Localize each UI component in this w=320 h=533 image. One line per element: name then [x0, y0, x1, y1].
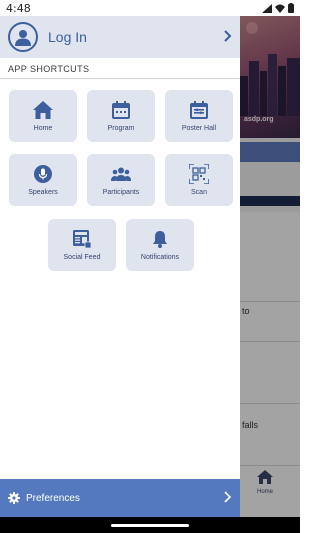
shortcut-label: Social Feed [63, 254, 101, 261]
people-icon [111, 164, 131, 184]
home-gesture-handle[interactable] [111, 524, 189, 527]
calendar-icon [112, 100, 130, 120]
shortcut-label: Home [33, 125, 53, 132]
user-circle-icon [8, 22, 38, 52]
shortcut-poster-hall[interactable]: Poster Hall [165, 90, 233, 142]
status-time: 4:48 [6, 1, 31, 15]
poster-calendar-icon [190, 100, 208, 120]
shortcut-label: Program [107, 125, 135, 132]
shortcut-label: Notifications [140, 254, 180, 261]
shortcut-home[interactable]: Home [9, 90, 77, 142]
qr-scan-icon [189, 164, 209, 184]
shortcuts-title: APP SHORTCUTS [8, 64, 90, 74]
bell-icon [152, 229, 168, 249]
shortcut-label: Poster Hall [181, 125, 217, 132]
preferences-label: Preferences [26, 492, 80, 504]
status-icons [262, 3, 294, 13]
shortcut-scan[interactable]: Scan [165, 154, 233, 206]
wifi-icon [275, 4, 285, 13]
shortcut-label: Participants [102, 189, 140, 196]
system-nav-bar [0, 517, 300, 533]
section-divider [0, 78, 240, 79]
shortcut-participants[interactable]: Participants [87, 154, 155, 206]
social-feed-icon [73, 229, 91, 249]
status-bar: 4:48 [0, 0, 300, 16]
chevron-right-icon [224, 491, 232, 503]
home-icon [33, 100, 53, 120]
shortcut-label: Speakers [28, 189, 58, 196]
signal-icon [262, 3, 272, 13]
preferences-row[interactable]: Preferences [0, 479, 240, 517]
navigation-drawer: Log In APP SHORTCUTS Home Program Poster… [0, 16, 240, 517]
login-row[interactable]: Log In [0, 16, 240, 58]
battery-icon [288, 3, 294, 13]
shortcut-program[interactable]: Program [87, 90, 155, 142]
login-label: Log In [48, 29, 87, 45]
shortcut-notifications[interactable]: Notifications [126, 219, 194, 271]
chevron-right-icon [224, 30, 232, 42]
shortcut-social-feed[interactable]: Social Feed [48, 219, 116, 271]
microphone-icon [34, 164, 52, 184]
gear-icon [8, 492, 20, 504]
drawer-scrim[interactable] [240, 16, 300, 517]
shortcut-speakers[interactable]: Speakers [9, 154, 77, 206]
shortcut-label: Scan [191, 189, 207, 196]
